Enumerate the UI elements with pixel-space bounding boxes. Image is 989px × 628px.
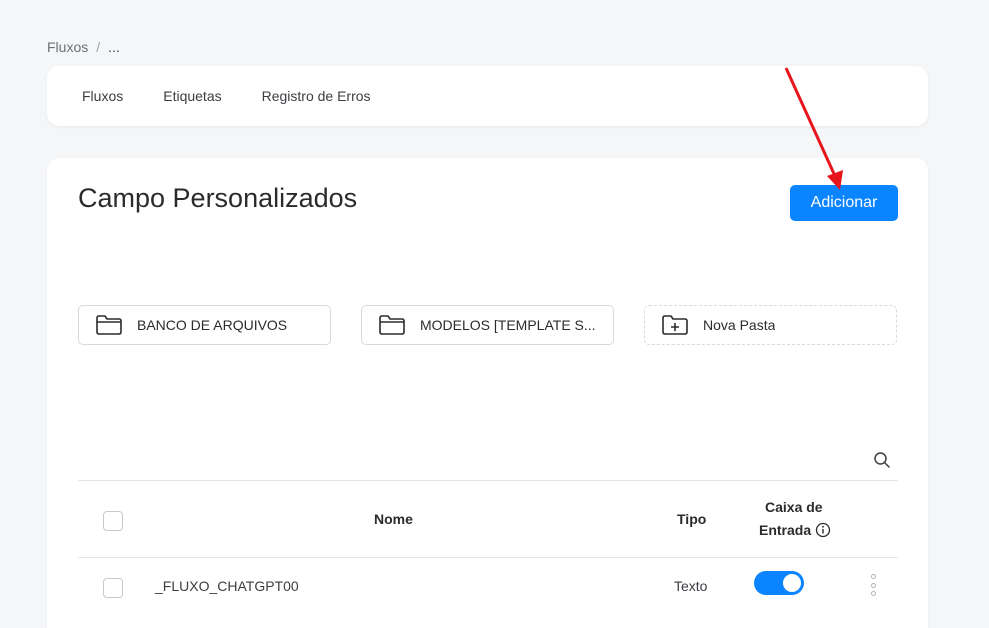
breadcrumb-current: ... [108,39,120,55]
folder-label: BANCO DE ARQUIVOS [137,317,288,333]
column-header-caixa-line1: Caixa de [765,499,823,515]
new-folder-button[interactable]: Nova Pasta [644,305,897,345]
column-header-nome[interactable]: Nome [374,511,413,527]
breadcrumb: Fluxos / ... [47,39,120,55]
tab-registro-de-erros[interactable]: Registro de Erros [262,88,371,104]
main-card: Campo Personalizados Adicionar BANCO DE … [47,158,928,628]
folder-modelos-template[interactable]: MODELOS [TEMPLATE S... [361,305,614,345]
table-row[interactable]: _FLUXO_CHATGPT00 Texto [78,558,898,614]
folder-icon [95,314,123,336]
inbox-toggle[interactable] [754,571,804,595]
folder-banco-de-arquivos[interactable]: BANCO DE ARQUIVOS [78,305,331,345]
toggle-knob [783,574,801,592]
row-name: _FLUXO_CHATGPT00 [155,578,299,594]
tabs-bar: Fluxos Etiquetas Registro de Erros [47,66,928,126]
more-options-icon[interactable] [868,574,878,596]
select-all-checkbox[interactable] [103,511,123,531]
folder-label: MODELOS [TEMPLATE S... [420,317,596,333]
tab-etiquetas[interactable]: Etiquetas [163,88,221,104]
breadcrumb-separator: / [96,39,101,55]
search-icon[interactable] [873,451,891,469]
page-title: Campo Personalizados [78,183,358,213]
breadcrumb-root[interactable]: Fluxos [47,39,88,55]
folder-label: Nova Pasta [703,317,776,333]
column-header-caixa-line2: Entrada [759,522,812,538]
tab-fluxos[interactable]: Fluxos [82,88,123,104]
folder-icon [378,314,406,336]
row-type: Texto [674,578,708,594]
info-icon[interactable] [815,522,831,538]
row-checkbox[interactable] [103,578,123,598]
add-button[interactable]: Adicionar [790,185,898,221]
folder-plus-icon [661,314,689,336]
table-header: Nome Tipo Caixa de Entrada [78,480,898,558]
fields-table: Nome Tipo Caixa de Entrada _FLUXO_CHATGP… [78,480,898,614]
column-header-tipo[interactable]: Tipo [677,511,706,527]
